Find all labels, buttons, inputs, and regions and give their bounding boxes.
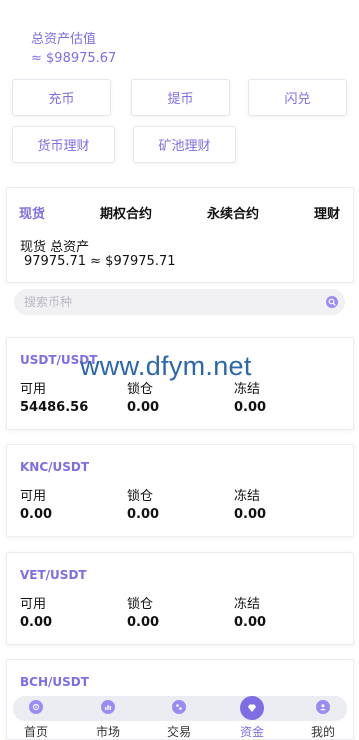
nav-mine-label: 我的 (310, 725, 335, 739)
locked-value: 0.00 (127, 400, 160, 415)
frozen-value: 0.00 (234, 615, 267, 630)
deposit-button[interactable]: 充币 (12, 79, 111, 116)
search-input[interactable] (24, 293, 314, 311)
locked-value: 0.00 (127, 507, 160, 522)
nav-market-label: 市场 (95, 725, 120, 739)
search-icon[interactable] (326, 296, 338, 308)
asset-card-knc[interactable]: KNC/USDT 可用 锁仓 冻结 0.00 0.00 0.00 (6, 444, 354, 537)
frozen-value: 0.00 (234, 507, 267, 522)
tab-finance[interactable]: 理财 (314, 203, 340, 222)
total-assets-label: 总资产估值 (31, 32, 97, 47)
nav-funds-label: 资金 (239, 725, 264, 739)
available-label: 可用 (20, 382, 47, 397)
bottom-nav: 首页 市场 交易 资金 我的 (13, 696, 347, 739)
home-icon (29, 700, 43, 714)
nav-trade-label: 交易 (166, 725, 191, 739)
nav-home[interactable]: 首页 (16, 696, 56, 740)
tab-options[interactable]: 期权合约 (100, 203, 152, 222)
mining-finance-button[interactable]: 矿池理财 (133, 126, 236, 163)
locked-value: 0.00 (127, 615, 160, 630)
withdraw-button[interactable]: 提币 (131, 79, 230, 116)
tab-perpetual[interactable]: 永续合约 (207, 203, 259, 222)
exchange-button[interactable]: 闪兑 (248, 79, 347, 116)
bar-chart-icon (101, 700, 115, 714)
user-icon (316, 700, 330, 714)
available-label: 可用 (20, 489, 47, 504)
nav-trade[interactable]: 交易 (159, 696, 199, 740)
trade-icon (172, 700, 186, 714)
frozen-label: 冻结 (234, 489, 261, 504)
search-bar (14, 289, 345, 315)
asset-pair: BCH/USDT (20, 675, 89, 689)
frozen-label: 冻结 (234, 597, 261, 612)
nav-mine[interactable]: 我的 (303, 696, 343, 740)
asset-card-vet[interactable]: VET/USDT 可用 锁仓 冻结 0.00 0.00 0.00 (6, 552, 354, 645)
available-value: 0.00 (20, 507, 53, 522)
nav-home-label: 首页 (23, 725, 48, 739)
nav-market[interactable]: 市场 (88, 696, 128, 740)
available-value: 0.00 (20, 615, 53, 630)
available-label: 可用 (20, 597, 47, 612)
frozen-value: 0.00 (234, 400, 267, 415)
wallet-icon (240, 696, 264, 720)
tab-spot[interactable]: 现货 (19, 203, 45, 222)
coin-finance-button[interactable]: 货币理财 (12, 126, 115, 163)
spot-total-value: 97975.71 ≈ $97975.71 (24, 254, 176, 269)
spot-total-title: 现货 总资产 (20, 240, 90, 255)
locked-label: 锁仓 (127, 597, 154, 612)
asset-pair: KNC/USDT (20, 460, 90, 474)
locked-label: 锁仓 (127, 489, 154, 504)
available-value: 54486.56 (20, 400, 89, 415)
nav-funds[interactable]: 资金 (232, 696, 272, 740)
asset-pair: VET/USDT (20, 568, 87, 582)
watermark: www.dfym.net (80, 351, 252, 381)
total-assets-value: ≈ $98975.67 (31, 51, 117, 66)
